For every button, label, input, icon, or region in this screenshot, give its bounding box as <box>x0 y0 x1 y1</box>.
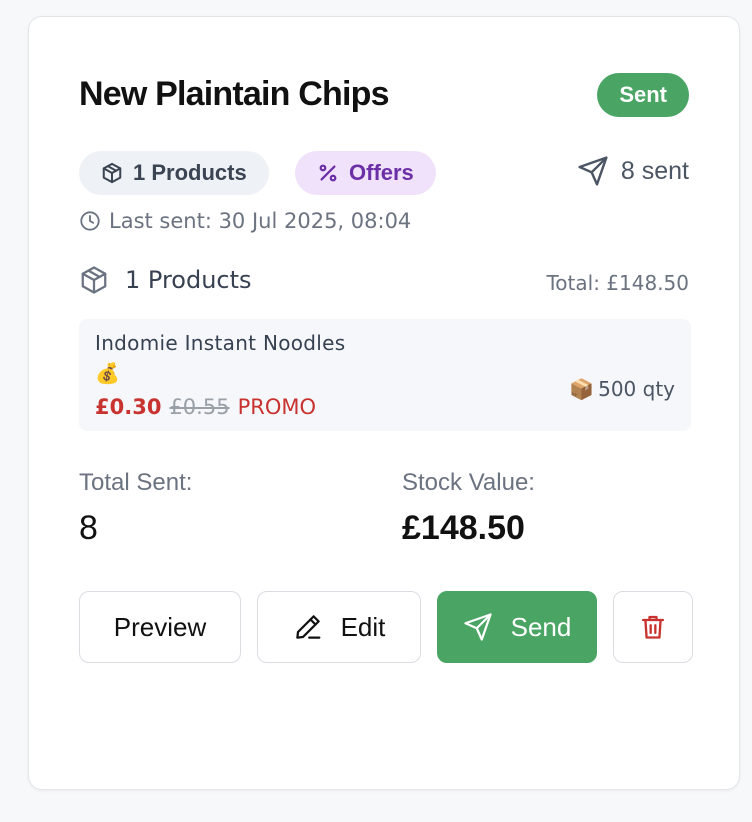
sent-count: 8 sent <box>577 155 689 187</box>
campaign-title: New Plaintain Chips <box>79 75 390 113</box>
total-sent-label: Total Sent: <box>79 469 193 496</box>
percent-icon <box>317 162 339 184</box>
offers-chip-label: Offers <box>349 160 414 185</box>
promo-tag: PROMO <box>237 395 316 419</box>
delete-button[interactable] <box>613 591 693 663</box>
send-icon <box>463 612 493 642</box>
last-sent-label: Last sent: 30 Jul 2025, 08:04 <box>109 209 412 233</box>
original-price: £0.55 <box>169 395 230 419</box>
preview-button[interactable]: Preview <box>79 591 241 663</box>
edit-button-label: Edit <box>340 611 386 642</box>
money-bag-icon: 💰 <box>95 361 120 385</box>
preview-button-label: Preview <box>113 611 207 642</box>
send-button[interactable]: Send <box>437 591 597 663</box>
sent-count-label: 8 sent <box>620 156 689 185</box>
status-badge: Sent <box>597 73 689 117</box>
box-icon <box>79 265 109 295</box>
package-icon: 📦 <box>569 377 595 401</box>
product-qty: 📦 500 qty <box>569 377 675 401</box>
send-icon <box>577 155 609 187</box>
price-row: £0.30 £0.55 PROMO <box>95 395 316 419</box>
products-header-label: 1 Products <box>125 266 252 294</box>
box-icon <box>101 162 123 184</box>
list-item: Indomie Instant Noodles 💰 £0.30 £0.55 PR… <box>79 319 691 431</box>
products-header: 1 Products <box>79 265 252 295</box>
products-chip: 1 Products <box>79 151 269 195</box>
send-button-label: Send <box>510 611 572 642</box>
total-sent-value: 8 <box>79 509 98 547</box>
products-total: Total: £148.50 <box>546 271 689 295</box>
stock-value-label: Stock Value: <box>402 469 535 496</box>
offers-chip: Offers <box>295 151 436 195</box>
trash-icon <box>639 613 667 641</box>
promo-price: £0.30 <box>95 395 162 419</box>
clock-icon <box>79 210 101 232</box>
products-chip-label: 1 Products <box>133 160 247 185</box>
product-name: Indomie Instant Noodles <box>95 331 346 355</box>
campaign-card: New Plaintain Chips Sent 1 Products Offe… <box>28 16 740 790</box>
pencil-icon <box>293 612 323 642</box>
edit-button[interactable]: Edit <box>257 591 421 663</box>
qty-label: 500 qty <box>598 377 675 401</box>
stock-value: £148.50 <box>402 509 525 547</box>
last-sent: Last sent: 30 Jul 2025, 08:04 <box>79 209 411 233</box>
